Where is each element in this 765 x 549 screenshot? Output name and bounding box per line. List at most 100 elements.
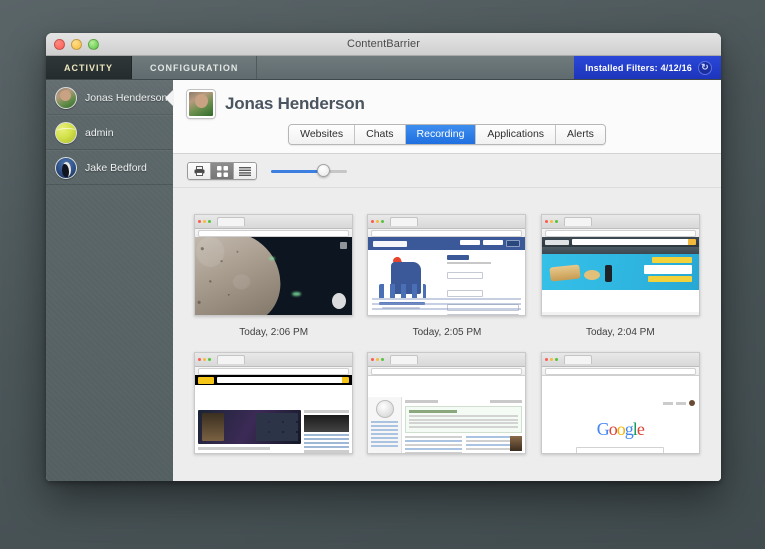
last-name-field	[447, 290, 483, 297]
segmented-control: Websites Chats Recording Applications Al…	[288, 124, 606, 145]
page-content: Google	[542, 375, 699, 453]
tab-activity[interactable]: ACTIVITY	[46, 56, 132, 79]
wikipedia-sidebar	[368, 397, 402, 453]
application-window: ContentBarrier ACTIVITY CONFIGURATION In…	[46, 33, 721, 481]
nav-link	[676, 402, 686, 405]
sidebar-item-jonas-henderson[interactable]: Jonas Henderson	[46, 80, 173, 115]
sidebar-link	[304, 434, 349, 436]
box-line	[409, 415, 518, 417]
tab-chats[interactable]: Chats	[355, 125, 405, 144]
login-fields	[460, 240, 520, 247]
text-link	[405, 448, 462, 450]
page-content	[195, 237, 352, 315]
installed-filters-badge[interactable]: Installed Filters: 4/12/16 ↻	[574, 56, 721, 79]
profile-avatar	[187, 90, 215, 118]
recording-thumbnail-shopping[interactable]	[541, 214, 700, 316]
recording-thumbnail-map[interactable]	[194, 214, 353, 316]
slider-knob[interactable]	[317, 164, 330, 177]
traffic-lights	[54, 39, 99, 50]
banner-graphic	[549, 264, 580, 281]
guide-heading	[198, 447, 270, 450]
minimize-button[interactable]	[71, 39, 82, 50]
single-view-button[interactable]	[188, 163, 211, 179]
sidebar-link	[371, 433, 398, 435]
footer-links	[372, 298, 521, 312]
recording-item[interactable]	[194, 352, 353, 465]
banner-line-2	[644, 265, 692, 274]
recording-thumbnail-google[interactable]: Google	[541, 352, 700, 454]
browser-tab	[217, 217, 245, 226]
recording-timestamp: Today, 2:04 PM	[586, 327, 655, 338]
zoom-slider[interactable]	[271, 164, 347, 178]
recording-thumbnail-wikipedia[interactable]	[367, 352, 526, 454]
tab-alerts[interactable]: Alerts	[556, 125, 605, 144]
box-line	[409, 422, 518, 424]
column-left	[405, 436, 462, 453]
recordings-grid[interactable]: Today, 2:06 PM	[173, 188, 721, 481]
text-link	[405, 440, 462, 442]
browser-chrome	[368, 353, 525, 367]
browser-tab	[390, 355, 418, 364]
browser-tab	[564, 217, 592, 226]
recording-item[interactable]	[367, 352, 526, 465]
browser-chrome	[368, 215, 525, 229]
grid-row: Google	[173, 352, 721, 465]
zoom-button[interactable]	[88, 39, 99, 50]
banner-device	[605, 265, 612, 282]
thumbnail-tiles	[256, 413, 298, 441]
tab-configuration[interactable]: CONFIGURATION	[132, 56, 257, 79]
sidebar-item-admin[interactable]: admin	[46, 115, 173, 150]
recording-item[interactable]: Today, 2:04 PM	[541, 214, 700, 338]
imdb-body	[195, 407, 352, 453]
url-field	[198, 368, 349, 375]
store-search-field	[572, 239, 696, 245]
grid-view-button[interactable]	[211, 163, 234, 179]
browser-tab	[564, 355, 592, 364]
minimize-icon	[376, 358, 379, 361]
recording-thumbnail-facebook[interactable]	[367, 214, 526, 316]
section-tabs: Websites Chats Recording Applications Al…	[173, 124, 721, 153]
avatar-admin	[55, 122, 77, 144]
zoom-icon	[555, 220, 558, 223]
print-icon	[194, 166, 205, 176]
recording-item[interactable]: Today, 2:05 PM	[367, 214, 526, 338]
recording-timestamp: Today, 2:06 PM	[239, 327, 308, 338]
recording-item[interactable]: Today, 2:06 PM	[194, 214, 353, 338]
close-icon	[371, 220, 374, 223]
content-header: Jonas Henderson Websites Chats Recording…	[173, 80, 721, 154]
close-button[interactable]	[54, 39, 65, 50]
tab-websites[interactable]: Websites	[289, 125, 355, 144]
content-area: Jonas Henderson Websites Chats Recording…	[173, 80, 721, 481]
sidebar-user-label: Jonas Henderson	[85, 92, 167, 104]
refresh-icon[interactable]: ↻	[698, 61, 712, 75]
page-content	[195, 375, 352, 453]
toolbar-item	[405, 400, 438, 403]
banner-graphic	[584, 270, 600, 280]
window-titlebar: ContentBarrier	[46, 33, 721, 56]
browser-tab	[217, 355, 245, 364]
signup-heading	[447, 255, 469, 260]
tab-recording[interactable]: Recording	[406, 125, 477, 144]
recording-item[interactable]: Google	[541, 352, 700, 465]
banner-line-1	[652, 257, 692, 263]
recording-thumbnail-imdb[interactable]	[194, 352, 353, 454]
grid-row: Today, 2:06 PM	[173, 214, 721, 338]
list-view-button[interactable]	[234, 163, 256, 179]
banner-line-3	[648, 276, 692, 282]
share-icon	[340, 242, 347, 249]
view-mode-group	[187, 162, 257, 180]
text-line	[405, 452, 462, 453]
view-toolbar	[173, 154, 721, 188]
minimize-icon	[550, 358, 553, 361]
box-heading	[409, 410, 457, 413]
movie-poster	[202, 413, 224, 441]
avatar-jake-bedford	[55, 157, 77, 179]
zoom-icon	[208, 358, 211, 361]
imdb-logo	[198, 377, 214, 384]
sidebar-link	[371, 425, 398, 427]
wikipedia-body	[368, 397, 525, 453]
sidebar-item-jake-bedford[interactable]: Jake Bedford	[46, 150, 173, 185]
text-line	[405, 444, 462, 446]
tab-applications[interactable]: Applications	[476, 125, 556, 144]
window-body: Jonas Henderson admin Jake Bedford	[46, 80, 721, 481]
